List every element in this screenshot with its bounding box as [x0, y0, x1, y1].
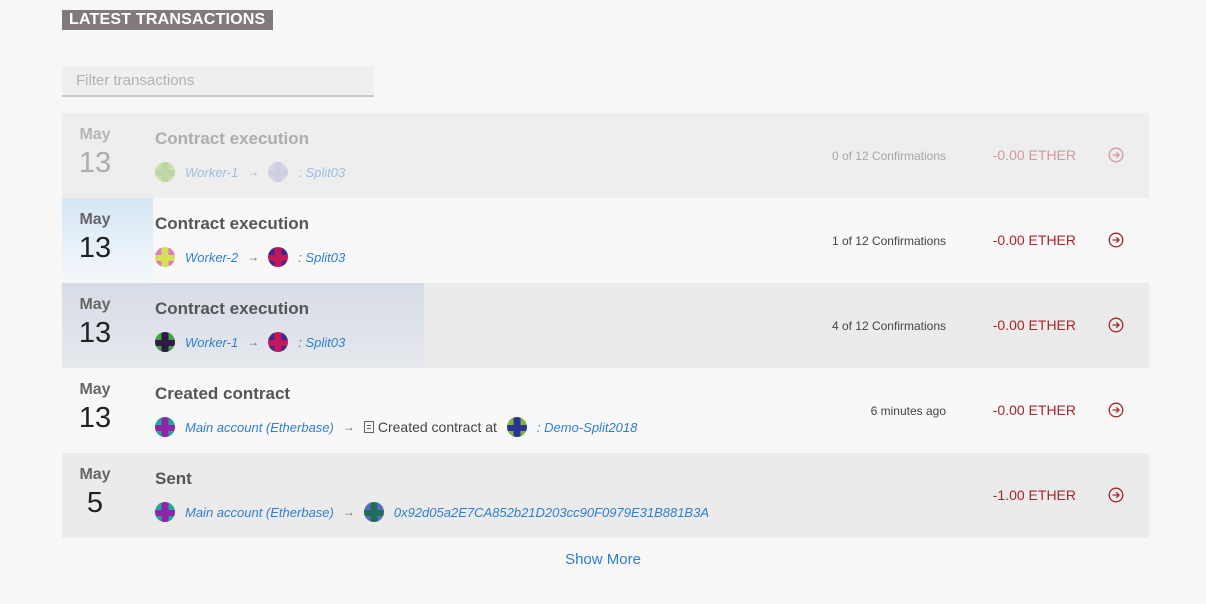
confirmation-status: 4 of 12 Confirmations: [831, 319, 946, 333]
transaction-title: Contract execution: [155, 299, 309, 318]
transaction-parties: Worker-1 → : Split03: [155, 332, 345, 352]
date-month: May: [79, 296, 111, 313]
date-month: May: [79, 381, 111, 398]
transactions-list: May 13 Contract execution Worker-1 → : S…: [62, 113, 1149, 538]
confirmation-status: 1 of 12 Confirmations: [831, 234, 946, 248]
transaction-row[interactable]: May 13 Contract execution Worker-2 → : S…: [62, 198, 1149, 283]
page-title: LATEST TRANSACTIONS: [62, 10, 274, 30]
transaction-title: Created contract: [155, 384, 291, 403]
from-avatar-icon: [155, 162, 175, 182]
arrow-circle-right-icon[interactable]: [1108, 147, 1124, 163]
to-avatar-icon: [268, 247, 289, 267]
date-month: May: [79, 466, 111, 483]
to-account-link[interactable]: : Demo-Split2018: [537, 420, 637, 435]
transaction-date: May 13: [62, 368, 128, 433]
from-account-link[interactable]: Worker-1: [185, 335, 238, 350]
transaction-time: 6 minutes ago: [870, 404, 946, 418]
arrow-right-icon: →: [247, 165, 260, 179]
from-avatar-icon: [155, 502, 175, 522]
transaction-row[interactable]: May 13 Contract execution Worker-1 → : S…: [62, 283, 1149, 368]
date-day: 13: [78, 402, 112, 434]
transaction-date: May 13: [62, 113, 128, 178]
arrow-right-icon: →: [247, 335, 260, 349]
arrow-circle-right-icon[interactable]: [1108, 317, 1124, 333]
show-more-link[interactable]: Show More: [0, 551, 1206, 568]
transaction-parties: Worker-2 → : Split03: [155, 247, 345, 267]
transaction-row[interactable]: May 13 Created contract Main account (Et…: [62, 368, 1149, 453]
transaction-row[interactable]: May 5 Sent Main account (Etherbase) → 0x…: [62, 453, 1149, 538]
date-day: 13: [78, 147, 112, 179]
date-day: 13: [78, 232, 112, 264]
transaction-amount: -0.00 ETHER: [992, 232, 1076, 248]
transaction-title: Contract execution: [155, 129, 309, 148]
date-month: May: [79, 211, 111, 228]
from-account-link[interactable]: Worker-1: [185, 165, 238, 180]
date-day: 5: [86, 487, 104, 519]
transaction-amount: -1.00 ETHER: [992, 487, 1076, 503]
from-avatar-icon: [155, 417, 175, 437]
transaction-title: Contract execution: [155, 214, 309, 233]
arrow-circle-right-icon[interactable]: [1108, 402, 1124, 418]
transaction-date: May 13: [62, 283, 128, 348]
transaction-amount: -0.00 ETHER: [992, 147, 1076, 163]
arrow-right-icon: →: [247, 250, 260, 264]
date-day: 13: [78, 317, 112, 349]
transaction-date: May 5: [62, 453, 128, 518]
to-avatar-icon: [363, 502, 384, 522]
from-account-link[interactable]: Main account (Etherbase): [185, 505, 334, 520]
to-account-link[interactable]: 0x92d05a2E7CA852b21D203cc90F0979E31B881B…: [394, 505, 709, 520]
from-account-link[interactable]: Worker-2: [185, 250, 238, 265]
transaction-parties: Main account (Etherbase) → 0x92d05a2E7CA…: [155, 502, 709, 522]
transaction-parties: Main account (Etherbase) → Created contr…: [155, 417, 637, 437]
date-month: May: [79, 126, 111, 143]
transaction-amount: -0.00 ETHER: [992, 402, 1076, 418]
from-account-link[interactable]: Main account (Etherbase): [185, 420, 334, 435]
from-avatar-icon: [155, 332, 175, 352]
to-account-link[interactable]: : Split03: [298, 250, 345, 265]
transaction-row[interactable]: May 13 Contract execution Worker-1 → : S…: [62, 113, 1149, 198]
to-account-link[interactable]: : Split03: [298, 335, 345, 350]
transaction-amount: -0.00 ETHER: [992, 317, 1076, 333]
document-icon: [363, 421, 374, 433]
arrow-right-icon: →: [342, 505, 355, 519]
confirmation-status: 0 of 12 Confirmations: [831, 149, 946, 163]
from-avatar-icon: [155, 247, 175, 267]
transaction-date: May 13: [62, 198, 128, 263]
transaction-title: Sent: [155, 469, 192, 488]
to-avatar-icon: [268, 332, 289, 352]
arrow-right-icon: →: [342, 420, 355, 434]
arrow-circle-right-icon[interactable]: [1108, 487, 1124, 503]
filter-transactions-input[interactable]: [62, 66, 374, 97]
arrow-circle-right-icon[interactable]: [1108, 232, 1124, 248]
to-account-link[interactable]: : Split03: [298, 165, 345, 180]
to-avatar-icon: [506, 417, 527, 437]
to-avatar-icon: [268, 162, 289, 182]
created-contract-label: Created contract at: [377, 419, 497, 435]
transaction-parties: Worker-1 → : Split03: [155, 162, 345, 182]
